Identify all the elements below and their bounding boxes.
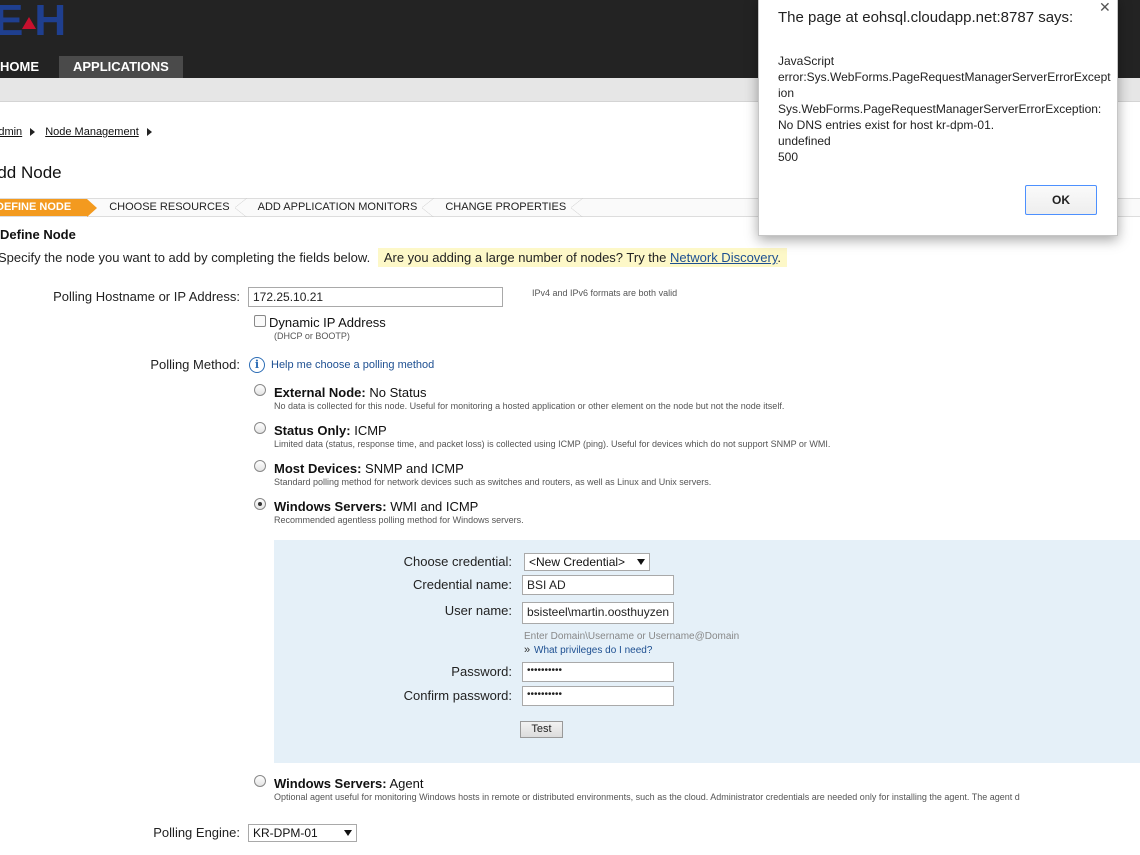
confirm-password-input[interactable]: ••••••••••: [522, 686, 674, 706]
polling-engine-select[interactable]: KR-DPM-01: [248, 824, 357, 842]
dynamic-ip-checkbox[interactable]: [254, 315, 266, 327]
wizard-step-choose-resources: CHOOSE RESOURCES: [87, 198, 248, 217]
dialog-line: 500: [778, 150, 799, 164]
credential-name-input[interactable]: BSI AD: [522, 575, 674, 595]
polling-method-label: Polling Method:: [150, 357, 240, 372]
dialog-title: The page at eohsql.cloudapp.net:8787 say…: [778, 9, 1074, 26]
user-name-input[interactable]: bsisteel\martin.oosthuyzen: [522, 602, 674, 624]
page-title: Add Node: [0, 163, 62, 182]
option-name: Windows Servers:: [274, 499, 387, 514]
polling-host-label: Polling Hostname or IP Address:: [53, 289, 240, 304]
chevron-right-icon: [146, 128, 152, 136]
dialog-line: error:Sys.WebForms.PageRequestManagerSer…: [778, 70, 1111, 84]
info-icon[interactable]: i: [249, 357, 265, 373]
intro-text: Specify the node you want to add by comp…: [0, 248, 788, 267]
dialog-line: ion: [778, 86, 795, 100]
option-external-node-desc: No data is collected for this node. Usef…: [274, 401, 785, 411]
dialog-line: No DNS entries exist for host kr-dpm-01.: [778, 118, 995, 132]
option-type: WMI and ICMP: [390, 499, 479, 514]
nav-tab-applications[interactable]: APPLICATIONS: [59, 56, 183, 78]
option-type: SNMP and ICMP: [365, 461, 464, 476]
polling-engine-value: KR-DPM-01: [253, 826, 318, 840]
choose-credential-value: <New Credential>: [529, 555, 626, 569]
radio-windows-wmi[interactable]: [254, 498, 266, 510]
dialog-line: JavaScript: [778, 54, 835, 68]
option-most-devices-title: Most Devices: SNMP and ICMP: [274, 461, 464, 476]
option-external-node-title: External Node: No Status: [274, 385, 426, 400]
test-credential-button[interactable]: Test: [520, 721, 563, 738]
caret-down-icon: [637, 559, 645, 565]
dynamic-ip-label: Dynamic IP Address: [269, 315, 386, 330]
breadcrumb-node-management[interactable]: Node Management: [45, 126, 139, 138]
option-windows-agent-desc: Optional agent useful for monitoring Win…: [274, 792, 1020, 802]
option-type: No Status: [369, 385, 427, 400]
main-nav: HOME APPLICATIONS: [0, 56, 189, 78]
option-status-only-desc: Limited data (status, response time, and…: [274, 439, 831, 449]
option-windows-wmi-title: Windows Servers: WMI and ICMP: [274, 499, 478, 514]
radio-most-devices[interactable]: [254, 460, 266, 472]
option-name: Windows Servers:: [274, 776, 387, 791]
option-name: Status Only:: [274, 423, 351, 438]
section-title: Define Node: [0, 227, 76, 242]
radio-status-only[interactable]: [254, 422, 266, 434]
dialog-message: JavaScript error:Sys.WebForms.PageReques…: [778, 53, 1111, 165]
confirm-password-label: Confirm password:: [403, 688, 512, 703]
network-discovery-link[interactable]: Network Discovery: [670, 250, 777, 265]
discovery-hint: Are you adding a large number of nodes? …: [377, 248, 788, 267]
option-most-devices-desc: Standard polling method for network devi…: [274, 477, 712, 487]
dialog-line: Sys.WebForms.PageRequestManagerServerErr…: [778, 102, 1102, 116]
wizard-step-define-node: DEFINE NODE: [0, 199, 98, 217]
option-name: Most Devices:: [274, 461, 362, 476]
close-icon[interactable]: ✕: [1099, 0, 1111, 16]
password-input[interactable]: ••••••••••: [522, 662, 674, 682]
nav-tab-home[interactable]: HOME: [0, 56, 53, 78]
choose-credential-label: Choose credential:: [403, 554, 512, 569]
credential-panel: [274, 540, 1140, 763]
radio-windows-agent[interactable]: [254, 775, 266, 787]
intro-instruction: Specify the node you want to add by comp…: [0, 250, 371, 265]
privileges-help-link[interactable]: What privileges do I need?: [534, 645, 652, 656]
credential-name-label: Credential name:: [413, 577, 512, 592]
option-windows-wmi-desc: Recommended agentless polling method for…: [274, 515, 524, 525]
polling-method-help-link[interactable]: Help me choose a polling method: [271, 359, 434, 371]
dynamic-ip-note: (DHCP or BOOTP): [274, 331, 350, 341]
dialog-ok-button[interactable]: OK: [1025, 185, 1097, 215]
wizard-step-change-properties: CHANGE PROPERTIES: [433, 198, 583, 217]
password-label: Password:: [451, 664, 512, 679]
user-name-hint: Enter Domain\Username or Username@Domain: [524, 631, 740, 642]
wizard-step-add-application-monitors: ADD APPLICATION MONITORS: [246, 198, 435, 217]
breadcrumb-admin[interactable]: Admin: [0, 126, 22, 138]
polling-engine-label: Polling Engine:: [153, 825, 240, 840]
radio-external-node[interactable]: [254, 384, 266, 396]
ip-format-note: IPv4 and IPv6 formats are both valid: [532, 288, 678, 298]
option-type: Agent: [389, 776, 424, 791]
option-name: External Node:: [274, 385, 366, 400]
caret-down-icon: [344, 830, 352, 836]
option-status-only-title: Status Only: ICMP: [274, 423, 387, 438]
chevron-right-icon: [30, 128, 36, 136]
hint-text: Are you adding a large number of nodes? …: [383, 250, 667, 265]
dialog-line: undefined: [778, 134, 831, 148]
option-type: ICMP: [354, 423, 387, 438]
alert-dialog: The page at eohsql.cloudapp.net:8787 say…: [758, 0, 1118, 236]
breadcrumb: Admin Node Management: [0, 126, 162, 138]
eoh-logo[interactable]: EH: [0, 0, 67, 46]
polling-host-input[interactable]: 172.25.10.21: [248, 287, 503, 307]
user-name-label: User name:: [444, 603, 512, 618]
option-windows-agent-title: Windows Servers: Agent: [274, 776, 423, 791]
hint-suffix: .: [777, 250, 782, 265]
choose-credential-select[interactable]: <New Credential>: [524, 553, 650, 571]
double-chevron-right-icon: »: [524, 644, 531, 656]
